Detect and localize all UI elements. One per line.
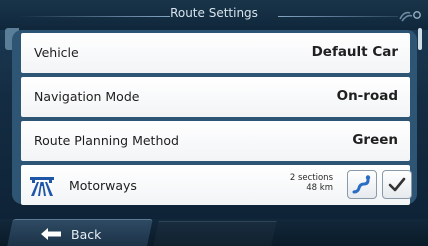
satellite-signal-icon [399, 11, 421, 22]
vehicle-value: Default Car [311, 44, 398, 60]
motorway-icon [30, 177, 54, 196]
page-title: Route Settings [170, 6, 258, 20]
route-planning-label: Route Planning Method [34, 133, 179, 148]
settings-panel: Vehicle Default Car Navigation Mode On-r… [12, 30, 417, 205]
arrow-left-icon [41, 228, 61, 240]
back-button-content[interactable]: Back [40, 224, 101, 244]
motorways-distance: 48 km [306, 183, 333, 193]
vehicle-row[interactable]: Vehicle Default Car [21, 33, 410, 73]
navigation-mode-label: Navigation Mode [34, 89, 140, 104]
motorways-detail: 2 sections 48 km [281, 173, 333, 193]
vehicle-label: Vehicle [34, 45, 79, 60]
navigation-mode-value: On-road [336, 88, 398, 104]
route-icon [352, 175, 371, 194]
motorways-label: Motorways [69, 178, 137, 193]
back-label: Back [71, 226, 102, 242]
checkmark-icon [388, 177, 406, 192]
title-bar: Route Settings [0, 0, 428, 30]
bottom-tab-placeholder [153, 221, 277, 246]
motorways-sections: 2 sections [289, 173, 333, 183]
title-rule-right [278, 16, 398, 17]
show-route-button[interactable] [347, 170, 377, 199]
motorways-row[interactable]: Motorways 2 sections 48 km [21, 165, 412, 205]
route-planning-row[interactable]: Route Planning Method Green [21, 121, 410, 161]
route-planning-value: Green [352, 132, 398, 148]
motorways-checkbox[interactable] [382, 170, 412, 199]
navigation-mode-row[interactable]: Navigation Mode On-road [21, 77, 410, 117]
scrollbar-indicator[interactable] [418, 28, 422, 50]
